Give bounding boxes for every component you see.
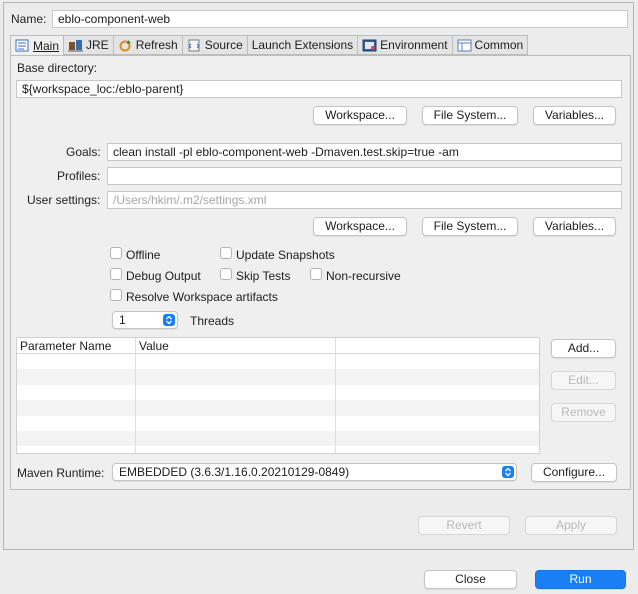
skip-tests-label: Skip Tests bbox=[236, 269, 291, 283]
update-snapshots-label: Update Snapshots bbox=[236, 248, 335, 262]
settings-variables-button[interactable]: Variables... bbox=[533, 217, 616, 236]
profiles-field[interactable] bbox=[107, 167, 622, 185]
refresh-icon bbox=[118, 39, 133, 52]
revert-button[interactable]: Revert bbox=[418, 516, 510, 535]
profiles-label: Profiles: bbox=[57, 169, 101, 183]
table-row bbox=[17, 369, 539, 385]
goals-field[interactable]: clean install -pl eblo-component-web -Dm… bbox=[107, 143, 622, 161]
parameters-table-header: Parameter Name Value bbox=[17, 338, 539, 354]
edit-parameter-button[interactable]: Edit... bbox=[551, 371, 616, 390]
base-workspace-button[interactable]: Workspace... bbox=[313, 106, 407, 125]
threads-label: Threads bbox=[190, 314, 235, 328]
debug-output-label: Debug Output bbox=[126, 269, 201, 283]
chevron-updown-icon bbox=[502, 466, 514, 478]
tab-launch-extensions-label: Launch Extensions bbox=[251, 38, 354, 52]
table-row bbox=[17, 430, 539, 447]
remove-parameter-button[interactable]: Remove bbox=[551, 403, 616, 422]
tab-source[interactable]: Source bbox=[181, 35, 247, 55]
tab-refresh[interactable]: Refresh bbox=[112, 35, 182, 55]
settings-file-system-button[interactable]: File System... bbox=[422, 217, 518, 236]
debug-output-checkbox[interactable] bbox=[110, 268, 122, 280]
maven-runtime-label: Maven Runtime: bbox=[17, 466, 105, 480]
common-icon bbox=[457, 39, 472, 52]
column-divider bbox=[335, 338, 336, 453]
user-settings-field[interactable]: /Users/hkim/.m2/settings.xml bbox=[107, 191, 622, 209]
name-label: Name: bbox=[11, 12, 47, 26]
name-field[interactable]: eblo-component-web bbox=[52, 10, 628, 28]
add-parameter-button[interactable]: Add... bbox=[551, 339, 616, 358]
resolve-workspace-label: Resolve Workspace artifacts bbox=[126, 290, 278, 304]
table-row bbox=[17, 400, 539, 416]
source-icon bbox=[187, 39, 202, 52]
parameters-table[interactable]: Parameter Name Value bbox=[16, 337, 540, 454]
tab-environment-label: Environment bbox=[380, 38, 448, 52]
threads-value: 1 bbox=[119, 313, 126, 327]
tab-main[interactable]: Main bbox=[10, 35, 64, 56]
tab-common-label: Common bbox=[474, 38, 524, 52]
environment-icon bbox=[362, 39, 377, 52]
maven-runtime-select[interactable]: EMBEDDED (3.6.3/1.16.0.20210129-0849) bbox=[112, 463, 517, 481]
tab-common[interactable]: Common bbox=[451, 35, 529, 55]
base-directory-field[interactable]: ${workspace_loc:/eblo-parent} bbox=[16, 80, 622, 98]
apply-button[interactable]: Apply bbox=[525, 516, 617, 535]
main-tab-icon bbox=[15, 39, 30, 52]
tab-jre[interactable]: JRE bbox=[63, 35, 113, 55]
tab-environment[interactable]: Environment bbox=[357, 35, 452, 55]
tab-bar: Main JRE Refresh Source Launch Extension… bbox=[10, 35, 529, 56]
offline-label: Offline bbox=[126, 248, 161, 262]
maven-runtime-value: EMBEDDED (3.6.3/1.16.0.20210129-0849) bbox=[119, 465, 350, 479]
update-snapshots-checkbox[interactable] bbox=[220, 247, 232, 259]
offline-checkbox[interactable] bbox=[110, 247, 122, 259]
table-row bbox=[17, 416, 539, 431]
column-divider bbox=[135, 338, 136, 453]
goals-label: Goals: bbox=[66, 145, 101, 159]
non-recursive-checkbox[interactable] bbox=[310, 268, 322, 280]
configure-runtime-button[interactable]: Configure... bbox=[531, 463, 617, 482]
tab-refresh-label: Refresh bbox=[135, 38, 178, 52]
threads-select[interactable]: 1 bbox=[112, 311, 178, 329]
non-recursive-label: Non-recursive bbox=[326, 269, 401, 283]
skip-tests-checkbox[interactable] bbox=[220, 268, 232, 280]
base-file-system-button[interactable]: File System... bbox=[422, 106, 518, 125]
tab-jre-label: JRE bbox=[86, 38, 109, 52]
resolve-workspace-checkbox[interactable] bbox=[110, 289, 122, 301]
tab-main-label: Main bbox=[33, 38, 60, 53]
base-variables-button[interactable]: Variables... bbox=[533, 106, 616, 125]
chevron-updown-icon bbox=[163, 314, 175, 326]
run-button[interactable]: Run bbox=[535, 570, 626, 589]
user-settings-label: User settings: bbox=[27, 193, 101, 207]
base-directory-label: Base directory: bbox=[17, 61, 98, 75]
close-button[interactable]: Close bbox=[424, 570, 517, 589]
jre-icon bbox=[68, 39, 84, 52]
value-column-header: Value bbox=[139, 339, 169, 353]
table-row bbox=[17, 354, 539, 369]
parameter-name-column-header: Parameter Name bbox=[20, 339, 112, 353]
tab-source-label: Source bbox=[204, 38, 243, 52]
table-row bbox=[17, 385, 539, 400]
settings-workspace-button[interactable]: Workspace... bbox=[313, 217, 407, 236]
tab-launch-extensions[interactable]: Launch Extensions bbox=[246, 35, 358, 55]
